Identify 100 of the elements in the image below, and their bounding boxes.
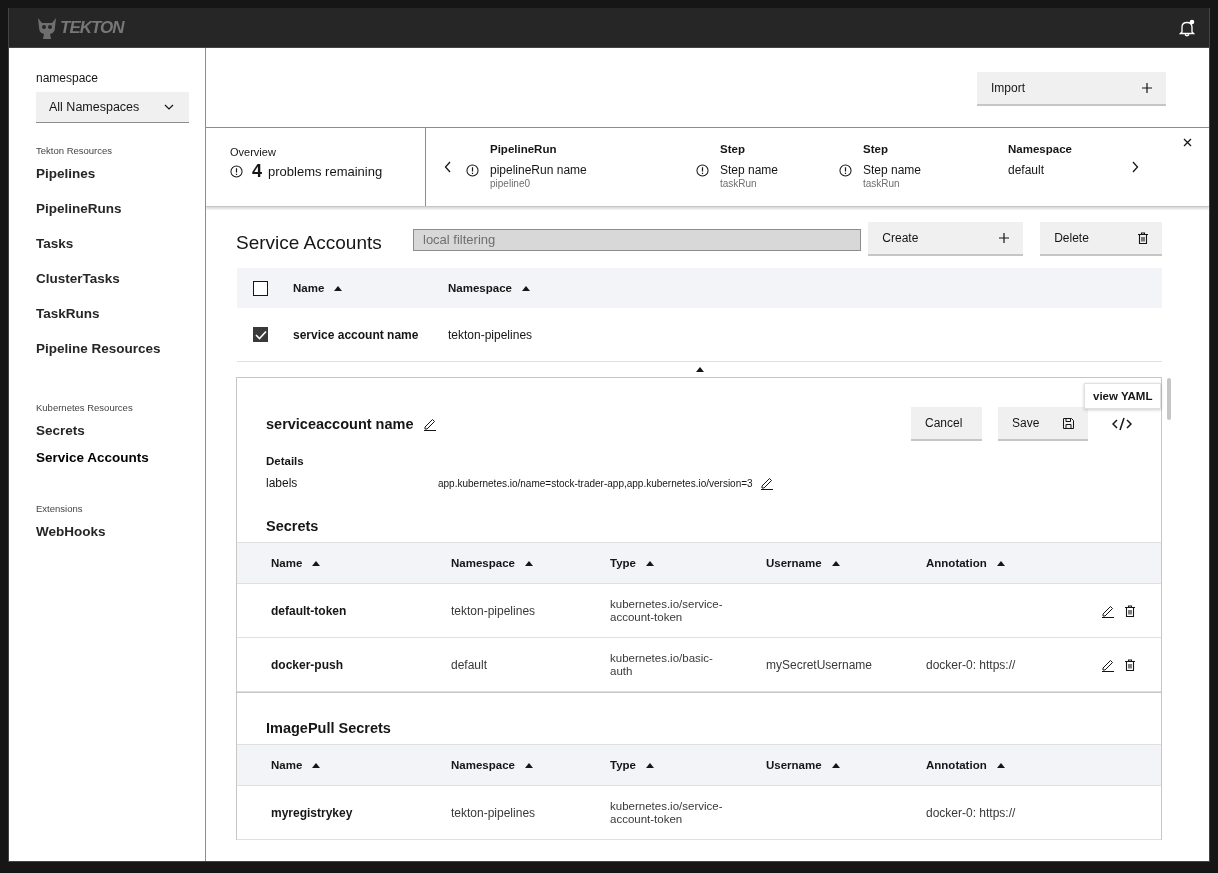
nav-item[interactable]: Pipeline Resources: [36, 340, 205, 375]
sort-icon: [524, 560, 533, 566]
item-subtitle: taskRun: [863, 178, 901, 189]
column-header[interactable]: Name: [271, 557, 451, 569]
item-name: Step name: [720, 163, 780, 177]
filter-field[interactable]: local filtering: [413, 228, 862, 251]
sort-icon: [312, 762, 321, 768]
sort-icon: [312, 560, 321, 566]
pencil-icon[interactable]: [1101, 603, 1115, 618]
column-header[interactable]: Annotation: [926, 557, 1101, 569]
scrollbar[interactable]: [1167, 378, 1171, 420]
sort-icon: [524, 762, 533, 768]
table-cell-text: tekton-pipelines: [451, 805, 537, 820]
nav-section-heading: Extensions: [36, 503, 84, 514]
cancel-button[interactable]: Cancel: [911, 407, 982, 441]
nav-item[interactable]: Service Accounts: [36, 449, 205, 476]
item-subtitle: pipeline0: [490, 178, 532, 189]
item-name: default: [1008, 163, 1046, 177]
delete-button[interactable]: Delete: [1040, 222, 1162, 256]
item-name: pipelineRun name: [490, 163, 588, 177]
sort-icon: [831, 762, 840, 768]
nav-item[interactable]: WebHooks: [36, 523, 205, 558]
plus-icon: [999, 233, 1010, 243]
nav-item[interactable]: Secrets: [36, 422, 205, 449]
column-heading: Step: [720, 143, 746, 155]
page-title: Service Accounts: [236, 232, 383, 254]
column-header[interactable]: Type: [610, 557, 766, 569]
pencil-icon[interactable]: [1101, 657, 1115, 672]
table-cell-text: kubernetes.io/service-account-token: [610, 799, 724, 826]
detail-title: serviceaccount name: [266, 416, 414, 432]
table-cell-text: myregistrykey: [271, 805, 354, 820]
table-cell-text: docker-0: https://: [926, 805, 1017, 820]
logo-text: TEKTON: [60, 17, 124, 38]
column-heading: PipelineRun: [490, 143, 558, 155]
close-icon[interactable]: [1183, 138, 1192, 147]
problem-count: 4: [252, 161, 262, 182]
tooltip: view YAML: [1084, 383, 1162, 409]
sort-icon: [996, 762, 1005, 768]
trash-icon: [1138, 232, 1148, 244]
table-cell-text: tekton-pipelines: [451, 603, 537, 618]
column-header[interactable]: Type: [610, 759, 766, 771]
expand-toggle-icon[interactable]: [695, 367, 704, 372]
nav-item[interactable]: TaskRuns: [36, 305, 205, 340]
column-header[interactable]: Name: [271, 759, 451, 771]
namespace-dropdown[interactable]: All Namespaces: [36, 92, 189, 123]
plus-icon: [1142, 82, 1152, 93]
nav-section-heading: Tekton Resources: [36, 145, 114, 156]
labels-key: labels: [266, 476, 438, 490]
column-header[interactable]: Annotation: [926, 759, 1101, 771]
chevron-down-icon: [164, 104, 174, 110]
table-cell-text: kubernetes.io/service-account-token: [610, 597, 724, 624]
nav-item[interactable]: ClusterTasks: [36, 270, 205, 305]
table-cell-text: default-token: [271, 603, 348, 618]
section-title: Secrets: [266, 518, 320, 534]
warning-icon: [230, 165, 243, 178]
create-button[interactable]: Create: [868, 222, 1024, 256]
import-button[interactable]: Import: [977, 71, 1166, 106]
sort-icon: [996, 560, 1005, 566]
nav-item[interactable]: PipelineRuns: [36, 200, 205, 235]
nav-item[interactable]: Pipelines: [36, 165, 205, 200]
column-header[interactable]: Namespace: [451, 759, 610, 771]
column-header[interactable]: Namespace: [448, 282, 603, 294]
trash-icon[interactable]: [1125, 658, 1135, 671]
overview-label: Overview: [230, 146, 277, 158]
save-icon: [1063, 417, 1074, 429]
pencil-icon[interactable]: [759, 476, 774, 490]
code-icon[interactable]: [1112, 417, 1132, 431]
checkbox[interactable]: [253, 327, 268, 342]
save-button[interactable]: Save: [998, 407, 1088, 441]
nav-item[interactable]: Tasks: [36, 235, 205, 270]
column-heading: Step: [863, 143, 889, 155]
table-cell-text: docker-0: https://: [926, 657, 1017, 672]
nav-section-heading: Kubernetes Resources: [36, 402, 134, 413]
table-cell-text: kubernetes.io/basic-auth: [610, 651, 714, 678]
notification-bell-icon[interactable]: [1179, 18, 1195, 37]
item-name: Step name: [863, 163, 923, 177]
table-cell-text: service account name: [293, 327, 420, 342]
column-header[interactable]: Username: [766, 557, 926, 569]
problems-text: problems remaining: [268, 164, 383, 179]
item-subtitle: taskRun: [720, 178, 758, 189]
checkbox[interactable]: [253, 280, 268, 296]
chevron-left-icon[interactable]: [444, 161, 452, 173]
pencil-icon[interactable]: [422, 417, 437, 431]
warning-icon: [839, 164, 852, 177]
sort-icon: [334, 285, 343, 291]
sort-icon: [831, 560, 840, 566]
warning-icon: [696, 164, 709, 177]
details-heading: Details: [266, 455, 305, 467]
column-header[interactable]: Namespace: [451, 557, 610, 569]
column-header[interactable]: Username: [766, 759, 926, 771]
table-cell-text: tekton-pipelines: [448, 327, 534, 342]
namespace-label: namespace: [36, 71, 100, 85]
column-heading: Namespace: [1008, 143, 1073, 155]
sort-icon: [521, 285, 530, 291]
section-title: ImagePull Secrets: [266, 720, 392, 736]
labels-value: app.kubernetes.io/name=stock-trader-app,app.kubernetes.io/version=3: [438, 477, 753, 489]
trash-icon[interactable]: [1125, 604, 1135, 617]
chevron-right-icon[interactable]: [1131, 161, 1139, 173]
column-header[interactable]: Name: [293, 282, 448, 294]
table-cell-text: mySecretUsername: [766, 657, 874, 672]
